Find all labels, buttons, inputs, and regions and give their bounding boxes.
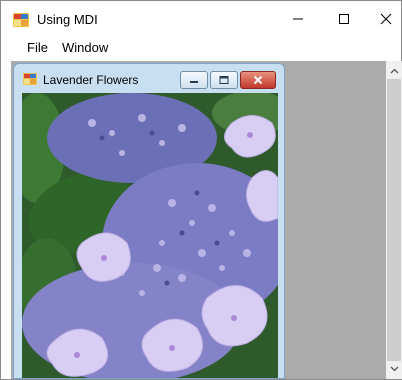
flower-picture (22, 93, 278, 378)
main-window: Using MDI File Window Lavender Flowers (0, 0, 402, 380)
app-window-icon (13, 13, 29, 27)
close-button[interactable] (363, 1, 402, 37)
close-icon (253, 75, 263, 85)
close-icon (380, 13, 392, 25)
child-window-title: Lavender Flowers (43, 73, 139, 87)
app-window-icon (23, 73, 37, 85)
child-minimize-button[interactable] (180, 71, 208, 89)
chevron-down-icon (390, 366, 398, 372)
minimize-icon (293, 18, 303, 20)
maximize-button[interactable] (321, 1, 367, 37)
menu-file[interactable]: File (27, 40, 48, 55)
title-bar[interactable]: Using MDI (1, 1, 401, 37)
chevron-up-icon (390, 68, 398, 74)
child-window[interactable]: Lavender Flowers (13, 63, 285, 379)
hydrangea-photo (22, 93, 278, 378)
minimize-icon (190, 81, 198, 83)
minimize-button[interactable] (275, 1, 321, 37)
menu-window[interactable]: Window (62, 40, 108, 55)
child-close-button[interactable] (240, 71, 276, 89)
window-title: Using MDI (37, 12, 98, 27)
menu-bar: File Window (1, 37, 401, 59)
vertical-scrollbar[interactable] (386, 61, 402, 379)
scroll-down-button[interactable] (386, 361, 402, 377)
maximize-icon (219, 76, 229, 84)
scroll-up-button[interactable] (386, 63, 402, 79)
child-maximize-button[interactable] (210, 71, 238, 89)
maximize-icon (339, 14, 349, 24)
scroll-thumb[interactable] (387, 79, 401, 361)
child-title-bar[interactable]: Lavender Flowers (14, 64, 284, 94)
